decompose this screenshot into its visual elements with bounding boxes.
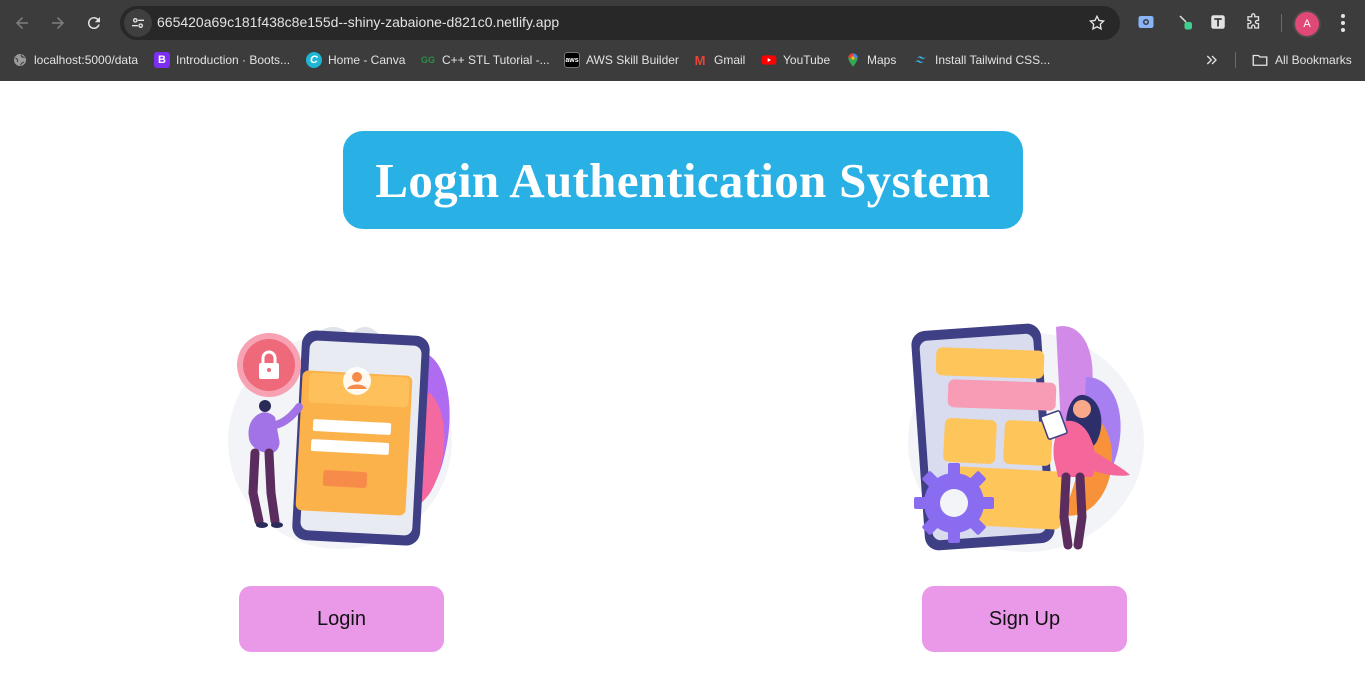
bookmark-cpp-stl[interactable]: GG C++ STL Tutorial -... (420, 47, 550, 73)
bookmark-localhost[interactable]: localhost:5000/data (12, 47, 138, 73)
gfg-icon: GG (420, 55, 435, 65)
bookmark-youtube[interactable]: YouTube (761, 47, 830, 73)
folder-icon (1252, 54, 1268, 66)
all-bookmarks-button[interactable]: All Bookmarks (1251, 47, 1352, 73)
bookmark-bootstrap[interactable]: B Introduction · Boots... (154, 47, 290, 73)
notes-extension-icon[interactable] (1208, 12, 1228, 32)
arrow-left-icon (16, 17, 28, 29)
globe-icon (12, 52, 28, 68)
maps-icon (845, 52, 861, 68)
gmail-icon: M (694, 52, 706, 68)
bookmark-canva[interactable]: C Home - Canva (306, 47, 405, 73)
tune-icon (132, 18, 144, 28)
bookmarks-bar: localhost:5000/data B Introduction · Boo… (0, 47, 1365, 73)
bookmark-maps[interactable]: Maps (845, 47, 896, 73)
login-illustration (228, 327, 452, 549)
aws-icon: aws (564, 52, 580, 68)
reload-icon (87, 17, 100, 30)
more-menu-icon[interactable] (1335, 13, 1351, 33)
toolbar-divider (1281, 14, 1282, 32)
bootstrap-icon: B (154, 52, 170, 68)
bookmark-tailwind[interactable]: Install Tailwind CSS... (913, 47, 1050, 73)
browser-toolbar: 665420a69c181f438c8e155d--shiny-zabaione… (0, 0, 1365, 46)
address-bar[interactable]: 665420a69c181f438c8e155d--shiny-zabaione… (120, 6, 1120, 40)
bookmark-star-icon[interactable] (1088, 14, 1106, 32)
site-info-button[interactable] (124, 9, 152, 37)
screen-capture-extension-icon[interactable] (1136, 12, 1156, 32)
bookmark-aws[interactable]: aws AWS Skill Builder (564, 47, 679, 73)
forward-button[interactable] (44, 9, 72, 37)
chevron-double-right-icon (1206, 55, 1217, 65)
extensions-puzzle-icon[interactable] (1244, 12, 1264, 32)
bookmark-gmail[interactable]: M Gmail (692, 47, 746, 73)
reload-button[interactable] (80, 9, 108, 37)
tailwind-icon (913, 52, 929, 68)
title-banner: Login Authentication System (343, 131, 1023, 229)
signup-button[interactable]: Sign Up (922, 586, 1127, 652)
profile-avatar[interactable]: A (1293, 10, 1321, 38)
canva-icon: C (306, 52, 322, 68)
bookmarks-overflow-button[interactable] (1204, 47, 1220, 73)
page-content: Login Authentication System Login Sign U… (0, 81, 1365, 677)
bookmarks-divider (1235, 52, 1236, 68)
youtube-icon (761, 52, 777, 68)
back-button[interactable] (8, 9, 36, 37)
browser-chrome: 665420a69c181f438c8e155d--shiny-zabaione… (0, 0, 1365, 81)
page-title: Login Authentication System (375, 152, 991, 208)
color-picker-extension-icon[interactable] (1176, 12, 1196, 32)
login-button[interactable]: Login (239, 586, 444, 652)
signup-illustration (908, 323, 1144, 552)
arrow-right-icon (52, 17, 64, 29)
url-text[interactable]: 665420a69c181f438c8e155d--shiny-zabaione… (157, 14, 559, 30)
